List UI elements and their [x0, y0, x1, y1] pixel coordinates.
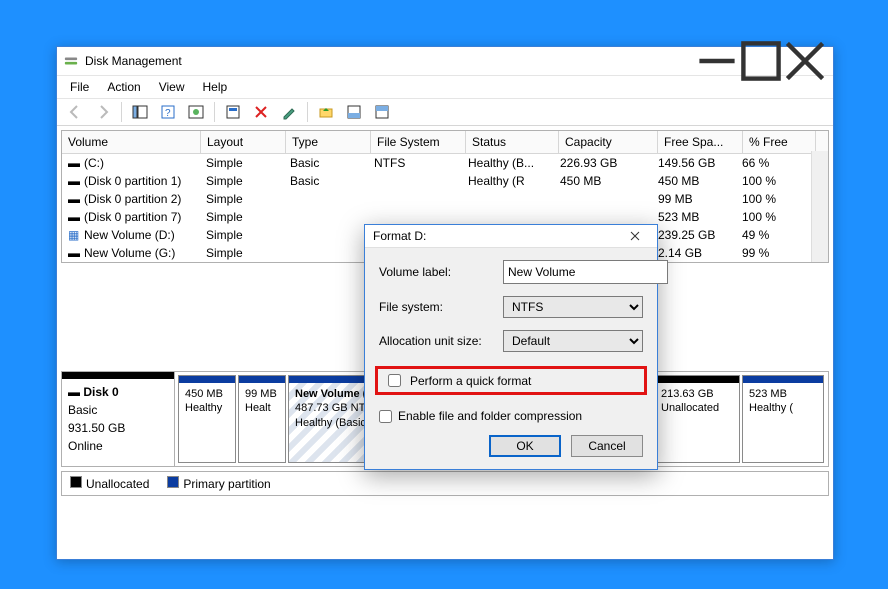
vol-name: (C:): [84, 156, 104, 170]
volume-header-row: Volume Layout Type File System Status Ca…: [62, 131, 828, 154]
dialog-close-button[interactable]: [621, 225, 649, 247]
legend-primary: Primary partition: [167, 476, 270, 491]
dialog-body: Volume label: File system: NTFS Allocati…: [365, 248, 657, 427]
disk0-panel[interactable]: ▬ Disk 0 Basic 931.50 GB Online: [62, 372, 175, 466]
close-button[interactable]: [783, 47, 827, 75]
volume-label-input[interactable]: [503, 260, 668, 284]
properties-button[interactable]: [221, 100, 245, 124]
part-box[interactable]: 523 MBHealthy (: [742, 375, 824, 463]
enable-compression-label: Enable file and folder compression: [398, 409, 582, 423]
disk0-size: 931.50 GB: [68, 421, 168, 435]
menu-file[interactable]: File: [61, 76, 98, 98]
nav-forward-button: [91, 100, 115, 124]
nav-back-button: [63, 100, 87, 124]
dialog-titlebar[interactable]: Format D:: [365, 225, 657, 248]
delete-button[interactable]: [249, 100, 273, 124]
list-bottom-button[interactable]: [342, 100, 366, 124]
col-pctfree[interactable]: % Free: [743, 131, 816, 154]
col-type[interactable]: Type: [286, 131, 371, 154]
col-volume[interactable]: Volume: [62, 131, 201, 154]
format-button[interactable]: [277, 100, 301, 124]
dialog-buttons: OK Cancel: [365, 427, 657, 469]
volume-row[interactable]: ▬(Disk 0 partition 1)SimpleBasicHealthy …: [62, 172, 828, 190]
file-system-select[interactable]: NTFS: [503, 296, 643, 318]
disk-mgmt-icon: [63, 53, 79, 69]
part-box[interactable]: 213.63 GBUnallocated: [654, 375, 740, 463]
ok-button[interactable]: OK: [489, 435, 561, 457]
format-dialog: Format D: Volume label: File system: NTF…: [364, 224, 658, 470]
quick-format-label: Perform a quick format: [410, 374, 531, 388]
dialog-title: Format D:: [373, 229, 621, 243]
disk0-icon: ▬ Disk 0: [68, 385, 168, 399]
show-hide-tree-button[interactable]: [128, 100, 152, 124]
toolbar: ?: [57, 99, 833, 126]
desktop: Disk Management File Action View Help ? …: [0, 0, 888, 589]
legend: Unallocated Primary partition: [61, 471, 829, 496]
cancel-button[interactable]: Cancel: [571, 435, 643, 457]
volume-list-scrollbar[interactable]: [811, 151, 828, 262]
part-box[interactable]: 99 MBHealt: [238, 375, 286, 463]
file-system-field: File system: NTFS: [379, 296, 643, 318]
enable-compression-checkbox[interactable]: [379, 410, 392, 423]
divider: [307, 102, 308, 122]
help-button[interactable]: ?: [156, 100, 180, 124]
col-layout[interactable]: Layout: [201, 131, 286, 154]
part-box[interactable]: 450 MBHealthy: [178, 375, 236, 463]
disk0-type: Basic: [68, 403, 168, 417]
volume-label-field: Volume label:: [379, 260, 643, 284]
maximize-button[interactable]: [739, 47, 783, 75]
svg-text:?: ?: [165, 108, 171, 119]
alloc-unit-field: Allocation unit size: Default: [379, 330, 643, 352]
enable-compression-row: Enable file and folder compression: [379, 409, 643, 423]
volume-row[interactable]: ▬(C:)SimpleBasicNTFSHealthy (B...226.93 …: [62, 154, 828, 172]
volume-label-label: Volume label:: [379, 265, 503, 279]
highlight-box: Perform a quick format: [375, 366, 647, 395]
rescan-button[interactable]: [184, 100, 208, 124]
list-top-button[interactable]: [370, 100, 394, 124]
col-fs[interactable]: File System: [371, 131, 466, 154]
window-title: Disk Management: [85, 54, 695, 68]
folder-up-button[interactable]: [314, 100, 338, 124]
divider: [214, 102, 215, 122]
menu-help[interactable]: Help: [194, 76, 237, 98]
legend-unallocated: Unallocated: [70, 476, 149, 491]
col-capacity[interactable]: Capacity: [559, 131, 658, 154]
menu-action[interactable]: Action: [98, 76, 149, 98]
disk0-status: Online: [68, 439, 168, 453]
alloc-unit-select[interactable]: Default: [503, 330, 643, 352]
col-status[interactable]: Status: [466, 131, 559, 154]
menu-view[interactable]: View: [150, 76, 194, 98]
quick-format-checkbox[interactable]: [388, 374, 401, 387]
col-free[interactable]: Free Spa...: [658, 131, 743, 154]
file-system-label: File system:: [379, 300, 503, 314]
alloc-unit-label: Allocation unit size:: [379, 334, 503, 348]
divider: [121, 102, 122, 122]
titlebar[interactable]: Disk Management: [57, 47, 833, 76]
volume-row[interactable]: ▬(Disk 0 partition 2)Simple99 MB100 %: [62, 190, 828, 208]
minimize-button[interactable]: [695, 47, 739, 75]
